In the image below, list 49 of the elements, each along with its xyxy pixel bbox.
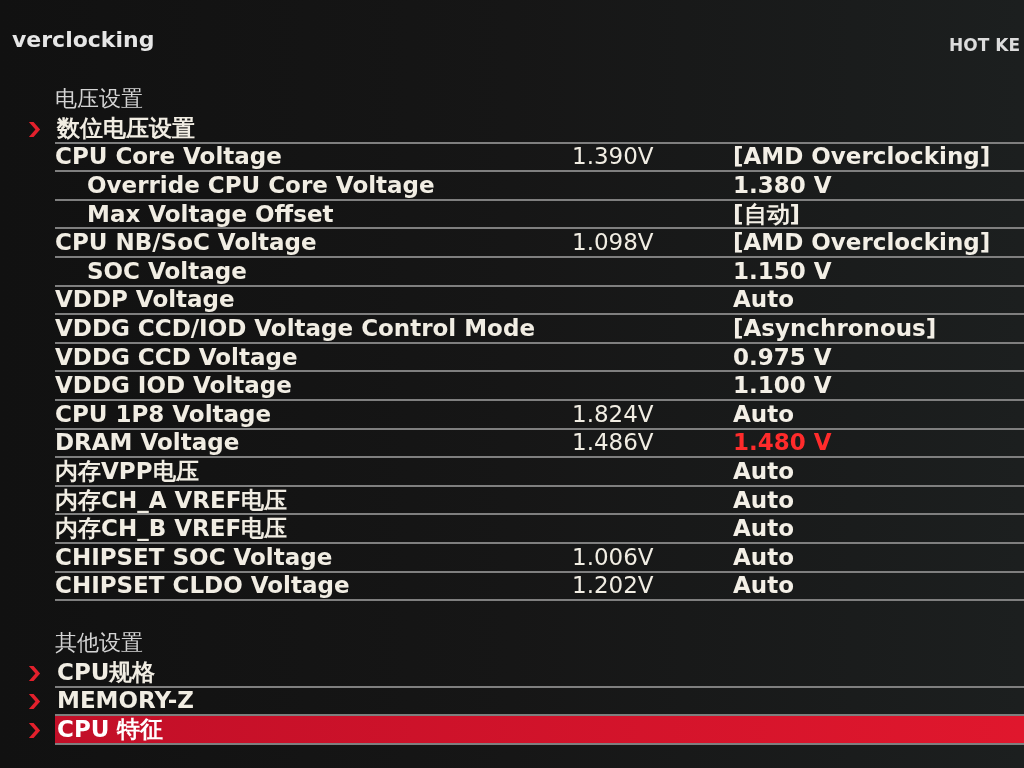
setting-label: Override CPU Core Voltage	[87, 174, 435, 197]
setting-value[interactable]: Auto	[733, 288, 794, 312]
setting-value[interactable]: 1.380 V	[733, 174, 832, 197]
setting-value[interactable]: Auto	[733, 517, 794, 541]
setting-value[interactable]: Auto	[733, 574, 794, 598]
setting-label: VDDG CCD/IOD Voltage Control Mode	[55, 316, 535, 340]
setting-label: DRAM Voltage	[55, 431, 240, 455]
setting-label: VDDP Voltage	[55, 288, 235, 312]
chevron-icon	[28, 121, 41, 137]
setting-label: 内存VPP电压	[55, 459, 199, 483]
section-heading: 其他设置	[55, 632, 143, 655]
chevron-icon	[28, 665, 41, 681]
section-heading: 电压设置	[55, 88, 143, 110]
setting-label: VDDG IOD Voltage	[55, 374, 292, 398]
setting-value[interactable]: [Asynchronous]	[733, 316, 937, 340]
chevron-icon	[28, 723, 41, 739]
submenu-item[interactable]: CPU规格	[55, 659, 1024, 688]
setting-label: CHIPSET CLDO Voltage	[55, 574, 350, 598]
voltage-reading: 1.098V	[572, 231, 654, 255]
setting-label: CPU Core Voltage	[55, 145, 282, 169]
setting-value[interactable]: 1.480 V	[733, 431, 832, 455]
voltage-reading: 1.390V	[572, 145, 654, 169]
setting-label: Max Voltage Offset	[87, 202, 334, 226]
setting-label: CPU 1P8 Voltage	[55, 402, 272, 426]
setting-value[interactable]: [AMD Overclocking]	[733, 145, 991, 169]
setting-value[interactable]: 0.975 V	[733, 345, 832, 369]
voltage-reading: 1.824V	[572, 402, 654, 426]
setting-value[interactable]: [自动]	[733, 202, 801, 226]
submenu-item[interactable]: CPU 特征	[55, 716, 1024, 745]
setting-label: CPU NB/SoC Voltage	[55, 231, 317, 255]
voltage-reading: 1.006V	[572, 545, 654, 569]
setting-label: SOC Voltage	[87, 259, 247, 283]
setting-value[interactable]: Auto	[733, 545, 794, 569]
setting-value[interactable]: 1.100 V	[733, 374, 832, 398]
setting-value[interactable]: [AMD Overclocking]	[733, 231, 991, 255]
chevron-icon	[28, 694, 41, 710]
setting-value[interactable]: Auto	[733, 488, 794, 512]
setting-value[interactable]: Auto	[733, 402, 794, 426]
setting-label: 内存CH_A VREF电压	[55, 488, 288, 512]
voltage-reading: 1.486V	[572, 431, 654, 455]
submenu-item[interactable]: 数位电压设置	[55, 115, 1024, 144]
page-title: verclocking	[11, 29, 155, 51]
setting-value[interactable]: Auto	[733, 459, 794, 483]
setting-label: VDDG CCD Voltage	[55, 345, 298, 369]
setting-label: 内存CH_B VREF电压	[55, 517, 288, 541]
setting-label: CHIPSET SOC Voltage	[55, 545, 333, 569]
voltage-reading: 1.202V	[572, 574, 654, 598]
hotkey-button[interactable]: HOT KE	[949, 37, 1024, 54]
setting-value[interactable]: 1.150 V	[733, 259, 832, 283]
